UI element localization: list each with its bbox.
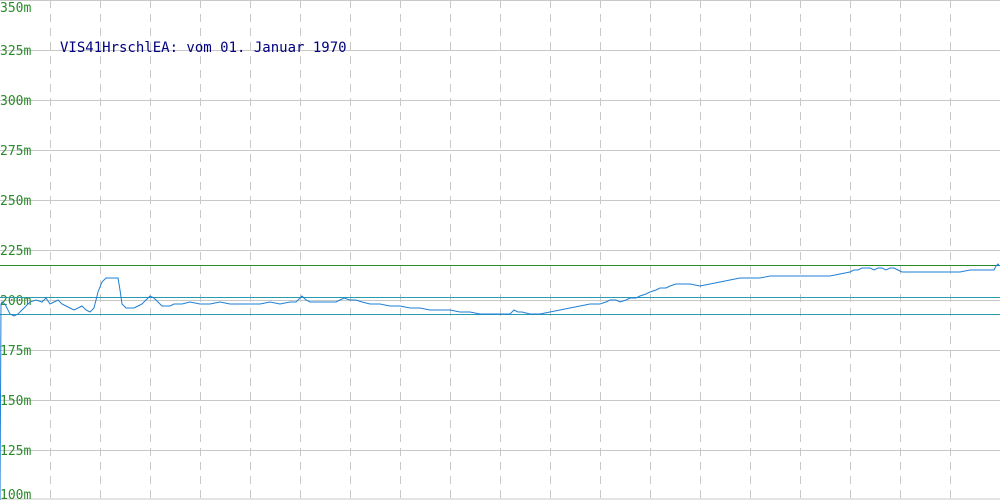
y-tick-label: 125m <box>0 444 31 459</box>
y-tick-label: 275m <box>0 144 31 159</box>
gridlines <box>0 0 1000 500</box>
chart-svg: 350m 325m 300m 275m 250m 225m 200m 175m 150m 125m… <box>0 0 1000 500</box>
y-tick-label: 350m <box>0 1 31 16</box>
y-tick-label: 325m <box>0 44 31 59</box>
series-line <box>0 263 1000 500</box>
y-tick-label: 300m <box>0 94 31 109</box>
y-tick-label: 175m <box>0 344 31 359</box>
y-tick-label: 250m <box>0 194 31 209</box>
y-tick-label: 200m <box>0 294 31 309</box>
y-axis-tick-labels: 350m 325m 300m 275m 250m 225m 200m 175m 150m 125m… <box>0 1 31 500</box>
chart-title: VIS41HrschlEA: vom 01. Januar 1970 <box>60 40 347 56</box>
y-tick-label: 225m <box>0 244 31 259</box>
y-tick-label: 100m <box>0 488 31 500</box>
series-group <box>0 263 1000 500</box>
y-tick-label: 150m <box>0 394 31 409</box>
